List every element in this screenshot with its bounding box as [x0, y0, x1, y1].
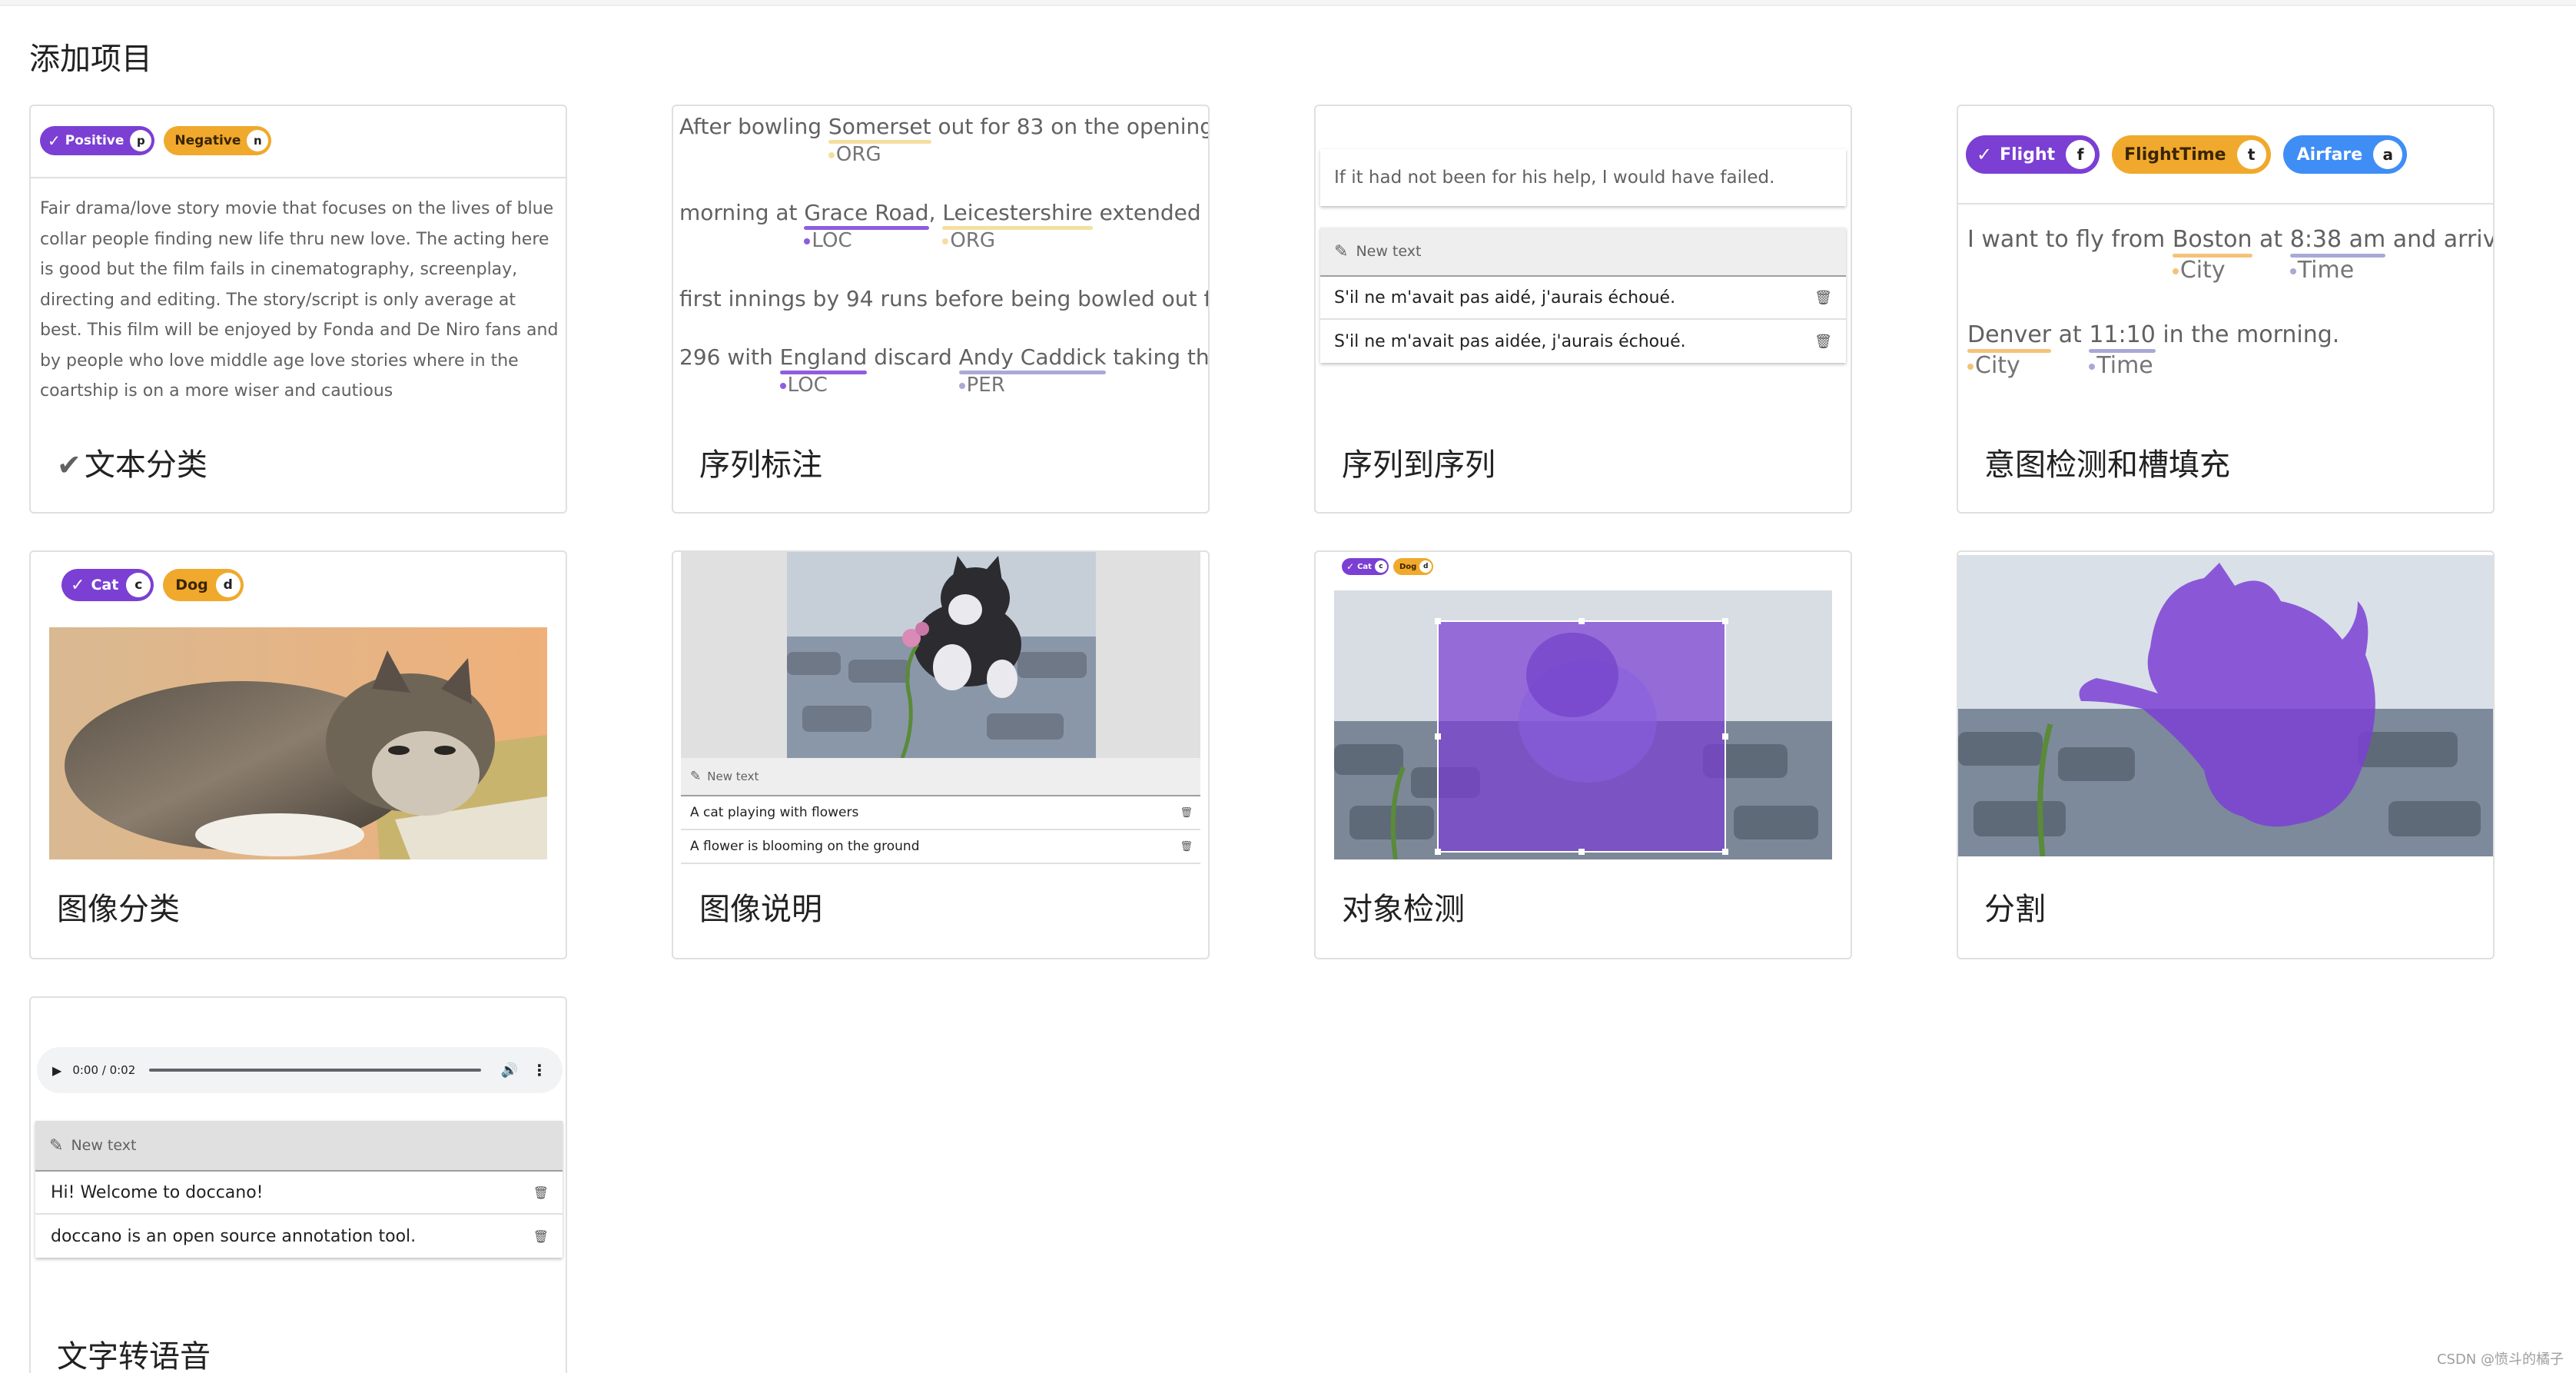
card-intent-slot[interactable]: ✓ Flight f FlightTime t Airfare a I want…	[1957, 105, 2495, 514]
shortcut-key: t	[2236, 140, 2266, 169]
shortcut-key: f	[2066, 140, 2096, 169]
entity-span[interactable]: Andy Caddick PER	[958, 344, 1107, 397]
list-item[interactable]: S'il ne m'avait pas aidé, j'aurais échou…	[1320, 277, 1846, 320]
trash-icon[interactable]: 🗑	[533, 1185, 549, 1200]
source-text-box: If it had not been for his help, I would…	[1320, 149, 1846, 206]
new-text-input[interactable]: ✎ New text	[1320, 228, 1846, 277]
more-vert-icon[interactable]: ⋮	[532, 1061, 547, 1079]
trash-icon[interactable]: 🗑	[1814, 334, 1832, 350]
label-chip-dog[interactable]: Dog d	[163, 569, 244, 601]
entity-span[interactable]: Grace Road LOC	[804, 200, 929, 252]
label-chip-airfare[interactable]: Airfare a	[2282, 135, 2408, 174]
card-image-caption[interactable]: ✎ New text A cat playing with flowers 🗑 …	[672, 550, 1210, 959]
play-icon[interactable]: ▶	[52, 1063, 61, 1078]
label-chip-cat[interactable]: ✓ Cat c	[61, 569, 154, 601]
card-text-classification[interactable]: ✓ Positive p Negative n Fair drama/love …	[29, 105, 567, 514]
card-title: 序列标注	[699, 447, 822, 483]
shortcut-key: n	[247, 130, 269, 151]
list-item[interactable]: A cat playing with flowers 🗑	[681, 796, 1200, 830]
trash-icon[interactable]: 🗑	[1180, 807, 1193, 819]
label-chip-flighttime[interactable]: FlightTime t	[2112, 135, 2271, 174]
audio-player[interactable]: ▶ 0:00 / 0:02 🔊 ⋮	[37, 1047, 563, 1093]
pencil-icon: ✎	[49, 1135, 64, 1155]
slot-span[interactable]: 8:38 am Time	[2289, 226, 2386, 284]
slot-span[interactable]: Denver City	[1967, 321, 2052, 379]
slot-span[interactable]: 11:10 Time	[2089, 321, 2156, 379]
trash-icon[interactable]: 🗑	[1180, 841, 1193, 853]
label-chip-dog[interactable]: Dog d	[1393, 558, 1434, 575]
divider	[1958, 203, 2493, 204]
review-text: Fair drama/love story movie that focuses…	[40, 199, 559, 401]
card-title: 对象检测	[1342, 892, 1465, 927]
volume-icon[interactable]: 🔊	[501, 1062, 518, 1079]
page-title: 添加项目	[29, 42, 152, 77]
label-chip-cat[interactable]: ✓ Cat c	[1342, 558, 1389, 575]
pencil-icon: ✎	[1334, 241, 1349, 261]
label-chip-negative[interactable]: Negative n	[164, 126, 272, 155]
shortcut-key: c	[126, 573, 151, 597]
card-sequence-labeling[interactable]: After bowling Somerset ORG out for 83 on …	[672, 105, 1210, 514]
label-chip-positive[interactable]: ✓ Positive p	[40, 126, 155, 155]
shortcut-key: d	[1419, 560, 1432, 573]
card-image-classification[interactable]: ✓ Cat c Dog d 图像分类	[29, 550, 567, 959]
card-title: ✔ 文本分类	[57, 447, 207, 483]
entity-span[interactable]: England LOC	[779, 344, 868, 397]
card-object-detection[interactable]: ✓ Cat c Dog d 对象检测	[1314, 550, 1852, 959]
new-text-input[interactable]: ✎ New text	[35, 1121, 563, 1172]
entity-span[interactable]: Leicestershire ORG	[942, 200, 1093, 252]
entity-span[interactable]: Somerset ORG	[828, 114, 931, 166]
card-title: 图像分类	[57, 892, 180, 927]
trash-icon[interactable]: 🗑	[1814, 290, 1832, 306]
kitten-image	[787, 552, 1096, 758]
card-title: 文字转语音	[57, 1339, 211, 1373]
card-title: 图像说明	[699, 892, 822, 927]
label-chip-flight[interactable]: ✓ Flight f	[1966, 135, 2100, 174]
card-title: 序列到序列	[1342, 447, 1495, 483]
new-text-input[interactable]: ✎ New text	[681, 758, 1200, 796]
check-icon: ✓	[71, 575, 85, 595]
card-title: 分割	[1984, 892, 2046, 927]
caption-list: A cat playing with flowers 🗑 A flower is…	[681, 796, 1200, 864]
shortcut-key: d	[215, 573, 241, 597]
list-item[interactable]: S'il ne m'avait pas aidée, j'aurais écho…	[1320, 320, 1846, 363]
label-chips: ✓ Cat c Dog d	[1342, 558, 1434, 575]
progress-track[interactable]	[149, 1069, 481, 1072]
list-item[interactable]: doccano is an open source annotation too…	[35, 1215, 563, 1258]
cat-image	[49, 627, 547, 859]
shortcut-key: a	[2373, 140, 2403, 169]
check-icon: ✓	[1977, 144, 1993, 165]
check-icon: ✓	[1346, 561, 1355, 572]
detection-image	[1334, 590, 1832, 859]
shortcut-key: c	[1374, 560, 1387, 573]
label-chips: ✓ Positive p Negative n	[40, 126, 272, 155]
list-item[interactable]: Hi! Welcome to doccano! 🗑	[35, 1172, 563, 1215]
label-chips: ✓ Cat c Dog d	[61, 569, 244, 601]
segmentation-image	[1958, 555, 2493, 856]
label-chips: ✓ Flight f FlightTime t Airfare a	[1966, 135, 2408, 174]
pencil-icon: ✎	[690, 769, 702, 784]
watermark-credit: CSDN @愤斗的橘子	[2436, 1351, 2564, 1368]
card-segmentation[interactable]: 分割	[1957, 550, 2495, 959]
transcript-list: ✎ New text Hi! Welcome to doccano! 🗑 doc…	[35, 1121, 563, 1258]
card-seq2seq[interactable]: If it had not been for his help, I would…	[1314, 105, 1852, 514]
trash-icon[interactable]: 🗑	[533, 1229, 549, 1244]
check-icon: ✔	[57, 448, 81, 482]
divider	[31, 177, 566, 178]
shortcut-key: p	[130, 130, 152, 151]
slot-span[interactable]: Boston City	[2172, 226, 2252, 284]
list-item[interactable]: A flower is blooming on the ground 🗑	[681, 830, 1200, 864]
card-speech-to-text[interactable]: ▶ 0:00 / 0:02 🔊 ⋮ ✎ New text Hi! Welcome…	[29, 996, 567, 1373]
check-icon: ✓	[48, 131, 61, 150]
top-bar	[0, 0, 2576, 6]
card-title: 意图检测和槽填充	[1984, 447, 2230, 483]
output-list: ✎ New text S'il ne m'avait pas aidé, j'a…	[1320, 228, 1846, 363]
